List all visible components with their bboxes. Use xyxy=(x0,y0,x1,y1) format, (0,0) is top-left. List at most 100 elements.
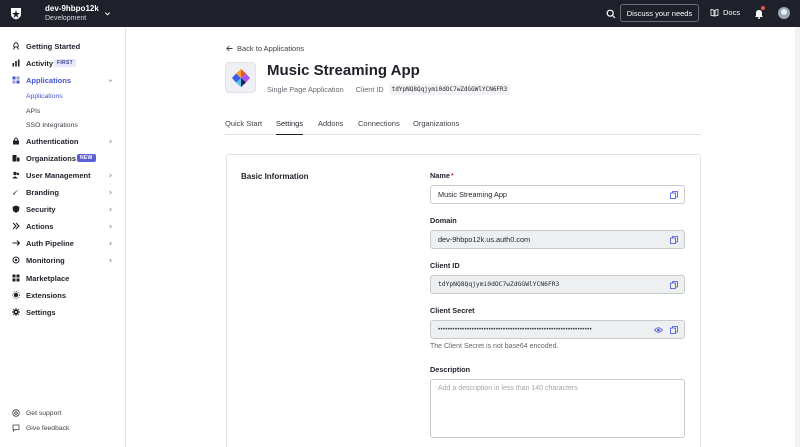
sidebar-item-label: User Management xyxy=(26,170,91,180)
copy-icon[interactable] xyxy=(670,281,678,289)
top-bar: dev-9hbpo12k Development Discuss your ne… xyxy=(0,0,800,27)
name-field[interactable]: Music Streaming App xyxy=(430,185,685,204)
client-id-field-value: tdYpNQ8Qqjymi0dOC7wZdGGWlYCN6FR3 xyxy=(438,281,560,288)
sidebar-item-label: Marketplace xyxy=(26,273,70,283)
client-id-heading: Client ID xyxy=(355,85,384,94)
help-icon xyxy=(12,409,20,417)
tenant-environment: Development xyxy=(45,14,87,22)
actions-icon xyxy=(12,222,20,230)
copy-icon[interactable] xyxy=(670,326,678,334)
marketplace-icon xyxy=(12,274,20,282)
required-marker: * xyxy=(450,171,454,180)
chevron-right-icon xyxy=(109,190,112,194)
avatar[interactable] xyxy=(778,7,790,19)
sidebar-item-branding[interactable]: Branding xyxy=(0,185,125,199)
sidebar-item-marketplace[interactable]: Marketplace xyxy=(0,271,125,285)
sidebar-item-auth-pipeline[interactable]: Auth Pipeline xyxy=(0,236,125,250)
tab-quick-start[interactable]: Quick Start xyxy=(225,119,262,135)
client-id-field[interactable]: tdYpNQ8Qqjymi0dOC7wZdGGWlYCN6FR3 xyxy=(430,275,685,294)
chevron-right-icon xyxy=(109,224,112,228)
client-id-value[interactable]: tdYpNQ8Qqjymi0dOC7wZdGGWlYCN6FR3 xyxy=(388,84,511,95)
sidebar-item-applications[interactable]: Applications xyxy=(0,73,125,87)
sidebar-item-label: Auth Pipeline xyxy=(26,238,74,248)
app-meta: Single Page Application Client ID tdYpNQ… xyxy=(267,84,511,95)
sidebar-item-label: Extensions xyxy=(26,290,67,300)
client-secret-value: ••••••••••••••••••••••••••••••••••••••••… xyxy=(438,326,592,333)
gear-icon xyxy=(12,308,20,316)
sidebar-item-extensions[interactable]: Extensions xyxy=(0,288,125,302)
activity-icon xyxy=(12,59,20,67)
notification-dot xyxy=(761,6,765,10)
eye-icon[interactable] xyxy=(654,326,663,334)
tab-addons[interactable]: Addons xyxy=(318,119,343,135)
discuss-needs-button[interactable]: Discuss your needs xyxy=(620,4,699,22)
give-feedback-link[interactable]: Give feedback xyxy=(0,422,125,434)
sidebar-item-label: Settings xyxy=(26,307,56,317)
sidebar-item-organizations[interactable]: Organizations NEW xyxy=(0,151,125,165)
domain-value: dev-9hbpo12k.us.auth0.com xyxy=(438,235,531,244)
client-secret-field[interactable]: ••••••••••••••••••••••••••••••••••••••••… xyxy=(430,320,685,339)
feedback-icon xyxy=(12,424,20,432)
client-secret-label: Client Secret xyxy=(430,306,475,315)
page-title: Music Streaming App xyxy=(267,62,420,79)
app-logo xyxy=(225,62,256,93)
get-support-link[interactable]: Get support xyxy=(0,407,125,419)
book-icon xyxy=(710,8,719,17)
docs-link[interactable]: Docs xyxy=(710,8,740,17)
description-field[interactable]: Add a description in less than 140 chara… xyxy=(430,379,685,438)
client-id-label: Client ID xyxy=(430,261,460,270)
tenant-selector[interactable]: dev-9hbpo12k Development xyxy=(45,4,111,22)
sidebar-subitem-apis[interactable]: APIs xyxy=(26,108,40,115)
sidebar-item-getting-started[interactable]: Getting Started xyxy=(0,39,125,53)
tab-settings[interactable]: Settings xyxy=(276,119,304,135)
branding-icon xyxy=(13,189,19,195)
sidebar-item-label: Monitoring xyxy=(26,255,65,265)
tab-connections[interactable]: Connections xyxy=(358,119,400,135)
domain-field[interactable]: dev-9hbpo12k.us.auth0.com xyxy=(430,230,685,249)
back-to-applications-link[interactable]: Back to Applications xyxy=(226,44,304,53)
monitoring-icon xyxy=(12,256,20,264)
extensions-icon xyxy=(12,291,20,299)
description-label: Description xyxy=(430,365,471,374)
sidebar-subitem-sso-integrations[interactable]: SSO Integrations xyxy=(26,122,78,129)
name-label-text: Name xyxy=(430,171,450,180)
scrollbar[interactable] xyxy=(795,27,800,447)
sidebar-item-user-management[interactable]: User Management xyxy=(0,168,125,182)
sidebar-item-label: Activity xyxy=(26,58,54,68)
rocket-icon xyxy=(13,42,19,50)
back-label: Back to Applications xyxy=(237,44,305,53)
organizations-icon xyxy=(12,155,20,162)
chevron-down-icon xyxy=(108,78,113,82)
copy-icon[interactable] xyxy=(670,236,678,244)
sidebar-item-label: Security xyxy=(26,204,56,214)
sidebar-item-label: Authentication xyxy=(26,136,79,146)
sidebar-item-settings[interactable]: Settings xyxy=(0,305,125,319)
name-value: Music Streaming App xyxy=(438,190,507,199)
authentication-icon xyxy=(13,137,19,145)
pipeline-icon xyxy=(12,240,20,246)
arrow-left-icon xyxy=(226,45,233,52)
first-badge: FIRST xyxy=(54,59,76,67)
tab-organizations[interactable]: Organizations xyxy=(413,119,459,135)
tab-bar: Quick Start Settings Addons Connections … xyxy=(225,113,701,135)
tenant-name: dev-9hbpo12k xyxy=(45,4,99,14)
sidebar-item-label: Organizations xyxy=(26,153,77,163)
sidebar-item-activity[interactable]: Activity FIRST xyxy=(0,56,125,70)
new-badge: NEW xyxy=(77,154,96,162)
applications-icon xyxy=(12,76,20,84)
client-secret-helper: The Client Secret is not base64 encoded. xyxy=(430,343,559,350)
name-label: Name* xyxy=(430,171,454,180)
chevron-right-icon xyxy=(109,173,112,177)
chevron-down-icon xyxy=(104,12,110,16)
auth0-logo-icon[interactable] xyxy=(10,7,22,20)
sidebar-item-security[interactable]: Security xyxy=(0,202,125,216)
chevron-right-icon xyxy=(109,258,112,262)
sidebar-item-monitoring[interactable]: Monitoring xyxy=(0,253,125,267)
copy-icon[interactable] xyxy=(670,191,678,199)
description-placeholder: Add a description in less than 140 chara… xyxy=(438,385,578,392)
sidebar-subitem-applications[interactable]: Applications xyxy=(26,93,63,100)
search-icon[interactable] xyxy=(606,9,616,19)
sidebar-item-authentication[interactable]: Authentication xyxy=(0,134,125,148)
sidebar-item-actions[interactable]: Actions xyxy=(0,219,125,233)
users-icon xyxy=(12,171,20,179)
